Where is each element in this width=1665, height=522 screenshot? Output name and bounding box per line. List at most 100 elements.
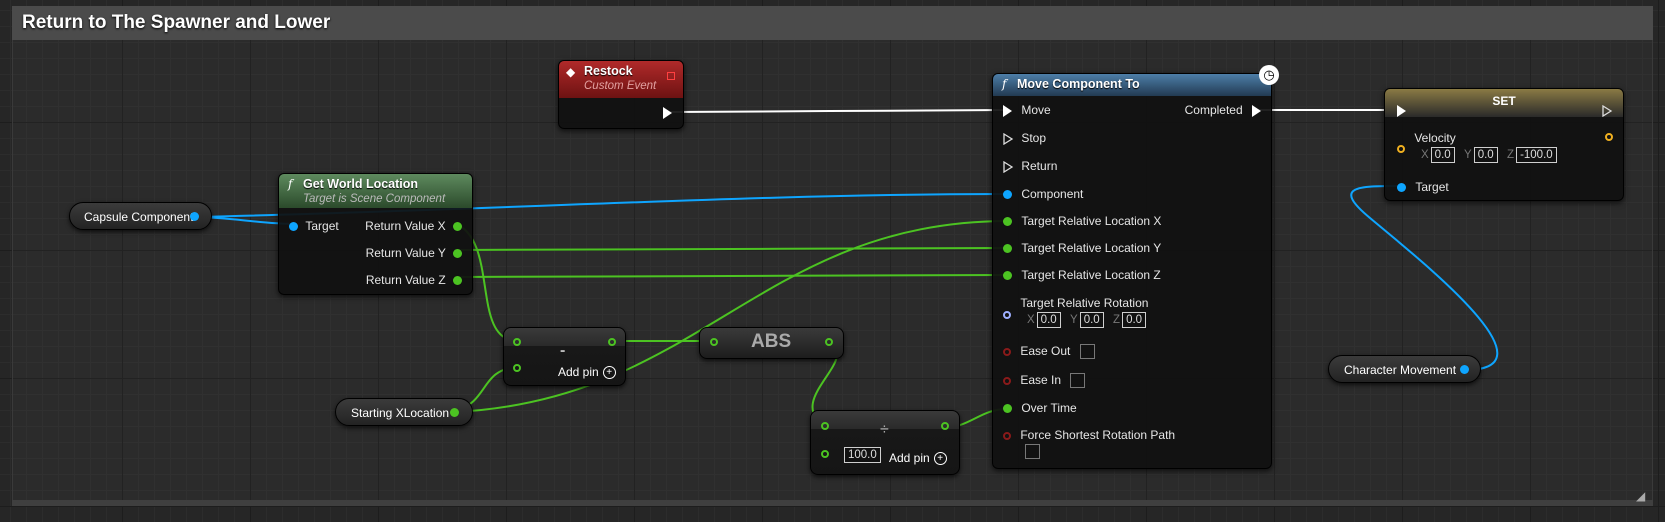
mct-move-pin[interactable]: Move (1003, 103, 1051, 117)
float-pin-icon (1003, 244, 1012, 254)
object-pin-icon (289, 222, 298, 232)
mct-loc-x-label: Target Relative Location X (1021, 214, 1162, 228)
wire-exec-restock-move[interactable] (669, 109, 1006, 113)
abs-in-pin[interactable] (710, 338, 718, 346)
shortest-path-checkbox[interactable] (1025, 444, 1040, 459)
mct-shortest-pin[interactable]: Force Shortest Rotation Path (1003, 428, 1175, 442)
wire-y-loc-y[interactable] (453, 247, 1008, 251)
starting-x-out-pin[interactable] (450, 408, 459, 417)
exec-pin-icon (1252, 104, 1261, 117)
ease-out-checkbox[interactable] (1079, 344, 1095, 360)
divide-add-pin-button[interactable]: Add pin + (889, 451, 947, 466)
bool-pin-icon (1003, 347, 1011, 356)
float-pin-icon (1003, 271, 1012, 281)
mct-over-time-pin[interactable]: Over Time (1003, 401, 1077, 415)
mct-shortest-label: Force Shortest Rotation Path (1020, 428, 1176, 442)
gwl-target-label: Target (305, 219, 339, 233)
subtract-in-a-pin[interactable] (513, 338, 521, 346)
rot-z-input[interactable]: 0.0 (1122, 312, 1147, 328)
wire-charmove-target[interactable] (1350, 184, 1499, 371)
subtract-add-pin-button[interactable]: Add pin + (558, 365, 616, 380)
float-pin-icon (453, 276, 462, 286)
set-velocity-fields: X 0.0 Y 0.0 Z -100.0 (1421, 147, 1557, 163)
divide-value-input[interactable]: 100.0 (844, 447, 881, 463)
restock-event-node[interactable]: ◆ Restock Custom Event (558, 60, 684, 129)
capsule-out-pin[interactable] (190, 212, 199, 221)
function-icon: f (288, 177, 293, 191)
restock-exec-out-pin[interactable] (663, 107, 672, 119)
restock-title: Restock (584, 64, 633, 78)
rot-x-input[interactable]: 0.0 (1036, 312, 1061, 328)
mct-component-pin[interactable]: Component (1003, 187, 1083, 201)
subtract-out-pin[interactable] (608, 338, 616, 346)
divide-node[interactable]: ÷ 100.0 Add pin + (810, 410, 960, 475)
set-target-label: Target (1415, 180, 1449, 194)
character-movement-node[interactable]: Character Movement (1328, 355, 1481, 383)
gwl-x-pin[interactable]: Return Value X (365, 219, 462, 233)
set-velocity-out-pin[interactable] (1605, 133, 1613, 141)
wire-z-loc-z[interactable] (453, 274, 1008, 278)
mct-move-label: Move (1021, 103, 1051, 117)
set-header: SET (1385, 89, 1623, 117)
mct-loc-y-pin[interactable]: Target Relative Location Y (1003, 241, 1161, 255)
mct-header: f Move Component To (993, 74, 1271, 96)
rot-x-axis: X (1027, 314, 1035, 326)
gwl-header: f Get World Location Target is Scene Com… (279, 174, 472, 208)
get-world-location-node[interactable]: f Get World Location Target is Scene Com… (278, 173, 473, 295)
character-movement-out-pin[interactable] (1460, 365, 1469, 374)
latent-clock-icon: ◷ (1259, 65, 1279, 85)
mct-stop-pin[interactable]: Stop (1003, 131, 1046, 145)
abs-out-pin[interactable] (825, 338, 833, 346)
gwl-y-pin[interactable]: Return Value Y (366, 246, 462, 260)
set-target-pin[interactable]: Target (1397, 180, 1449, 194)
bool-pin-icon (1003, 431, 1011, 440)
capsule-label: Capsule Component (84, 210, 194, 224)
mct-component-label: Component (1021, 187, 1084, 201)
mct-rotation-fields: X 0.0 Y 0.0 Z 0.0 (1027, 312, 1147, 328)
subtract-symbol: - (560, 342, 566, 359)
mct-loc-y-label: Target Relative Location Y (1021, 241, 1162, 255)
mct-ease-out-label: Ease Out (1020, 344, 1071, 358)
set-exec-out-pin[interactable] (1602, 105, 1613, 117)
vel-y-input[interactable]: 0.0 (1473, 147, 1498, 163)
mct-rotation-label: Target Relative Rotation (1020, 296, 1149, 310)
rot-y-input[interactable]: 0.0 (1079, 312, 1104, 328)
starting-x-label: Starting XLocation (351, 406, 450, 420)
gwl-y-label: Return Value Y (365, 246, 446, 260)
subtract-in-b-pin[interactable] (513, 364, 521, 372)
ease-in-checkbox[interactable] (1070, 373, 1086, 389)
mct-return-pin[interactable]: Return (1003, 159, 1057, 173)
divide-add-pin-label: Add pin (889, 451, 930, 465)
vel-x-input[interactable]: 0.0 (1430, 147, 1455, 163)
gwl-target-pin[interactable]: Target (289, 219, 339, 233)
mct-ease-in-pin[interactable]: Ease In (1003, 373, 1086, 389)
gwl-subtitle: Target is Scene Component (303, 193, 446, 205)
move-component-to-node[interactable]: f Move Component To ◷ Move Completed Sto… (992, 65, 1279, 469)
exec-outline-icon (1003, 132, 1014, 145)
mct-loc-x-pin[interactable]: Target Relative Location X (1003, 214, 1161, 228)
mct-completed-label: Completed (1184, 103, 1243, 117)
mct-rotation-pin[interactable]: Target Relative Rotation (1003, 296, 1149, 319)
gwl-z-pin[interactable]: Return Value Z (366, 273, 462, 287)
divide-symbol: ÷ (880, 421, 889, 438)
set-exec-in-pin[interactable] (1397, 105, 1406, 117)
starting-xlocation-node[interactable]: Starting XLocation (335, 398, 473, 426)
mct-ease-out-pin[interactable]: Ease Out (1003, 344, 1095, 360)
set-velocity-node[interactable]: SET Velocity X 0.0 Y 0.0 Z -100.0 Target (1384, 88, 1624, 201)
vel-z-input[interactable]: -100.0 (1516, 147, 1557, 163)
delegate-square-icon[interactable] (667, 72, 675, 80)
set-velocity-label: Velocity (1414, 131, 1456, 145)
divide-out-pin[interactable] (941, 422, 949, 430)
subtract-add-pin-label: Add pin (558, 365, 599, 379)
event-diamond-icon: ◆ (566, 65, 576, 79)
set-velocity-pin[interactable]: Velocity (1397, 131, 1456, 153)
divide-in-b-pin[interactable] (821, 450, 829, 458)
mct-loc-z-pin[interactable]: Target Relative Location Z (1003, 268, 1161, 282)
divide-in-a-pin[interactable] (821, 422, 829, 430)
plus-circle-icon: + (602, 366, 616, 380)
subtract-node[interactable]: - Add pin + (503, 327, 626, 386)
mct-completed-pin[interactable]: Completed (1185, 103, 1261, 117)
abs-node[interactable]: ABS (699, 327, 844, 359)
gwl-x-label: Return Value X (365, 219, 446, 233)
capsule-component-node[interactable]: Capsule Component (69, 202, 212, 230)
